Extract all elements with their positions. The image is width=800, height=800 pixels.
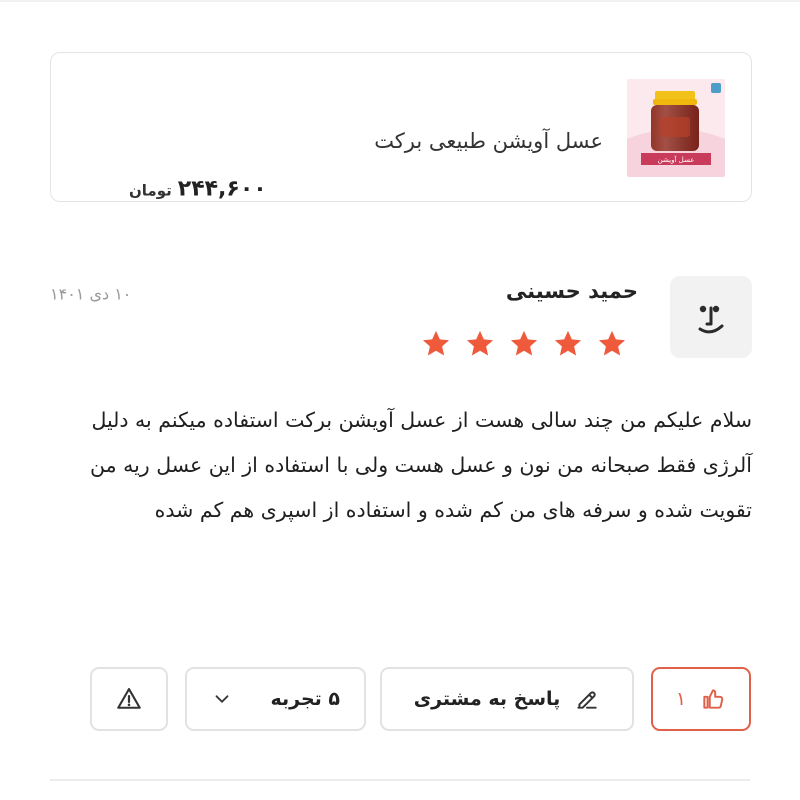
smiley-face-icon bbox=[698, 305, 724, 334]
star-icon bbox=[422, 330, 450, 356]
review-body: سلام علیکم من چند سالی هست از عسل آویشن … bbox=[89, 408, 752, 522]
star-icon bbox=[554, 330, 582, 356]
product-title[interactable]: عسل آویشن طبیعی برکت bbox=[374, 129, 603, 153]
star-icon bbox=[598, 330, 626, 356]
price-value: ۲۴۴,۶۰۰ bbox=[177, 176, 267, 202]
star-rating bbox=[420, 328, 628, 362]
thumbs-up-icon bbox=[703, 689, 724, 709]
thumbnail-label: عسل آویشن bbox=[658, 155, 695, 164]
like-count: ۱ bbox=[675, 688, 687, 710]
top-divider bbox=[0, 0, 800, 2]
currency-label: تومان bbox=[129, 181, 172, 200]
report-button[interactable] bbox=[90, 667, 168, 731]
like-button[interactable]: ۱ bbox=[651, 667, 751, 731]
product-price: ۲۴۴,۶۰۰ تومان bbox=[129, 177, 267, 202]
star-icon bbox=[466, 330, 494, 356]
warning-icon bbox=[117, 688, 141, 709]
bottom-divider bbox=[50, 779, 750, 781]
experience-label: ۵ تجربه bbox=[270, 688, 340, 710]
product-thumbnail[interactable]: عسل آویشن bbox=[627, 79, 725, 177]
pencil-icon bbox=[577, 691, 597, 709]
star-icon bbox=[510, 330, 538, 356]
reviewer-name: حمید حسینی bbox=[505, 279, 638, 303]
reply-to-customer-button[interactable]: پاسخ به مشتری bbox=[380, 667, 634, 731]
chevron-down-icon bbox=[215, 695, 229, 703]
honey-jar-image: عسل آویشن bbox=[627, 79, 725, 177]
product-card[interactable]: عسل آویشن عسل آویشن طبیعی برکت ۲۴۴,۶۰۰ ت… bbox=[50, 52, 752, 202]
experiences-dropdown[interactable]: ۵ تجربه bbox=[185, 667, 366, 731]
review-date: ۱۰ دی ۱۴۰۱ bbox=[50, 284, 132, 304]
avatar bbox=[670, 276, 752, 358]
reply-label: پاسخ به مشتری bbox=[413, 688, 561, 710]
